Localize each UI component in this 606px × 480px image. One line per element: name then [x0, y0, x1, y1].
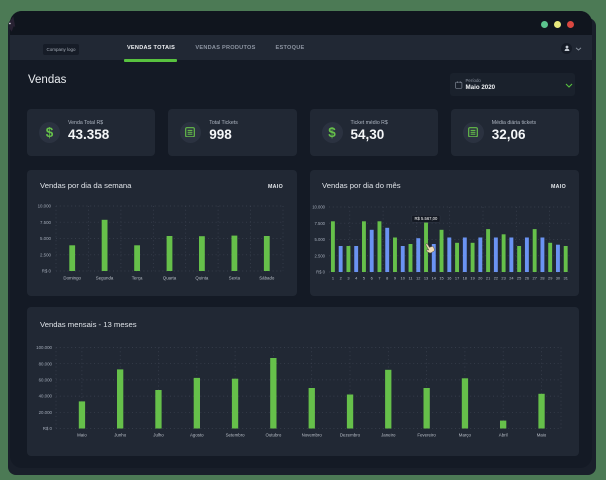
svg-text:12: 12 — [416, 276, 420, 281]
svg-text:4: 4 — [355, 276, 358, 281]
svg-text:Julho: Julho — [153, 433, 164, 438]
svg-text:5.000: 5.000 — [40, 236, 52, 241]
svg-text:Janeiro: Janeiro — [381, 433, 396, 438]
svg-text:11: 11 — [408, 276, 412, 281]
svg-text:R$ 0: R$ 0 — [316, 270, 326, 275]
svg-text:20.000: 20.000 — [39, 410, 53, 415]
svg-text:Terça: Terça — [132, 276, 143, 281]
svg-text:28: 28 — [540, 276, 544, 281]
svg-text:60.000: 60.000 — [39, 378, 53, 383]
svg-text:29: 29 — [548, 276, 552, 281]
svg-text:R$ 5.567,00: R$ 5.567,00 — [414, 216, 437, 221]
svg-text:3: 3 — [347, 276, 349, 281]
svg-text:26: 26 — [524, 276, 528, 281]
svg-text:7.500: 7.500 — [40, 220, 52, 225]
svg-text:R$ 0: R$ 0 — [43, 426, 53, 431]
svg-text:Domingo: Domingo — [63, 276, 81, 281]
svg-text:Agosto: Agosto — [190, 433, 204, 438]
svg-text:21: 21 — [485, 276, 489, 281]
svg-text:31: 31 — [563, 276, 567, 281]
svg-text:Sexta: Sexta — [229, 276, 241, 281]
svg-text:30: 30 — [555, 276, 560, 281]
svg-text:R$ 0: R$ 0 — [42, 269, 52, 274]
svg-text:Março: Março — [459, 433, 472, 438]
svg-text:17: 17 — [454, 276, 458, 281]
svg-text:10.000: 10.000 — [38, 204, 52, 209]
svg-text:80.000: 80.000 — [39, 361, 53, 366]
svg-text:5: 5 — [362, 276, 364, 281]
svg-text:40.000: 40.000 — [39, 394, 53, 399]
svg-text:Fevereiro: Fevereiro — [417, 433, 436, 438]
svg-text:Abril: Abril — [499, 433, 508, 438]
svg-text:14: 14 — [431, 276, 436, 281]
svg-text:Quinta: Quinta — [195, 276, 208, 281]
svg-text:15: 15 — [439, 276, 443, 281]
svg-text:Sábado: Sábado — [259, 276, 275, 281]
svg-text:23: 23 — [501, 276, 505, 281]
svg-text:7.500: 7.500 — [314, 221, 325, 226]
svg-text:100.000: 100.000 — [36, 345, 52, 350]
svg-text:10.000: 10.000 — [312, 205, 325, 210]
svg-text:Setembro: Setembro — [226, 433, 246, 438]
svg-text:27: 27 — [532, 276, 536, 281]
svg-text:24: 24 — [509, 276, 514, 281]
svg-text:Outubro: Outubro — [265, 433, 281, 438]
svg-text:1: 1 — [331, 276, 333, 281]
svg-text:Dezembro: Dezembro — [340, 433, 361, 438]
svg-text:22: 22 — [493, 276, 497, 281]
svg-text:8: 8 — [386, 276, 388, 281]
svg-text:2.500: 2.500 — [314, 253, 325, 258]
svg-text:13: 13 — [423, 276, 427, 281]
svg-text:7: 7 — [378, 276, 380, 281]
svg-text:2: 2 — [339, 276, 341, 281]
svg-text:Junho: Junho — [114, 433, 127, 438]
svg-text:25: 25 — [516, 276, 520, 281]
svg-text:Maio: Maio — [77, 433, 87, 438]
svg-text:20: 20 — [478, 276, 483, 281]
svg-text:2.500: 2.500 — [40, 252, 52, 257]
svg-text:18: 18 — [462, 276, 466, 281]
svg-text:19: 19 — [470, 276, 474, 281]
svg-text:5.000: 5.000 — [314, 237, 325, 242]
svg-text:6: 6 — [370, 276, 372, 281]
svg-text:Segunda: Segunda — [96, 276, 114, 281]
svg-text:Novembro: Novembro — [302, 433, 323, 438]
svg-text:Maio: Maio — [537, 433, 547, 438]
svg-text:Quarta: Quarta — [163, 276, 177, 281]
svg-text:10: 10 — [400, 276, 405, 281]
svg-text:16: 16 — [447, 276, 451, 281]
svg-text:9: 9 — [393, 276, 395, 281]
